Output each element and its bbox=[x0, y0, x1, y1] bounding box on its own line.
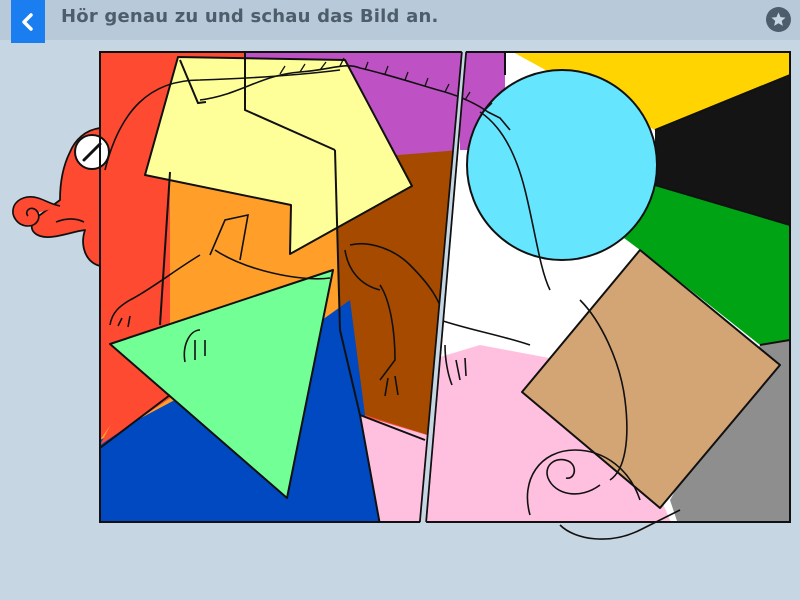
puzzle-piece-left[interactable] bbox=[95, 45, 475, 530]
puzzle-piece-right[interactable] bbox=[420, 45, 795, 530]
circle-shape bbox=[466, 69, 658, 261]
chameleon-head bbox=[12, 127, 110, 267]
puzzle-scene bbox=[12, 45, 795, 540]
